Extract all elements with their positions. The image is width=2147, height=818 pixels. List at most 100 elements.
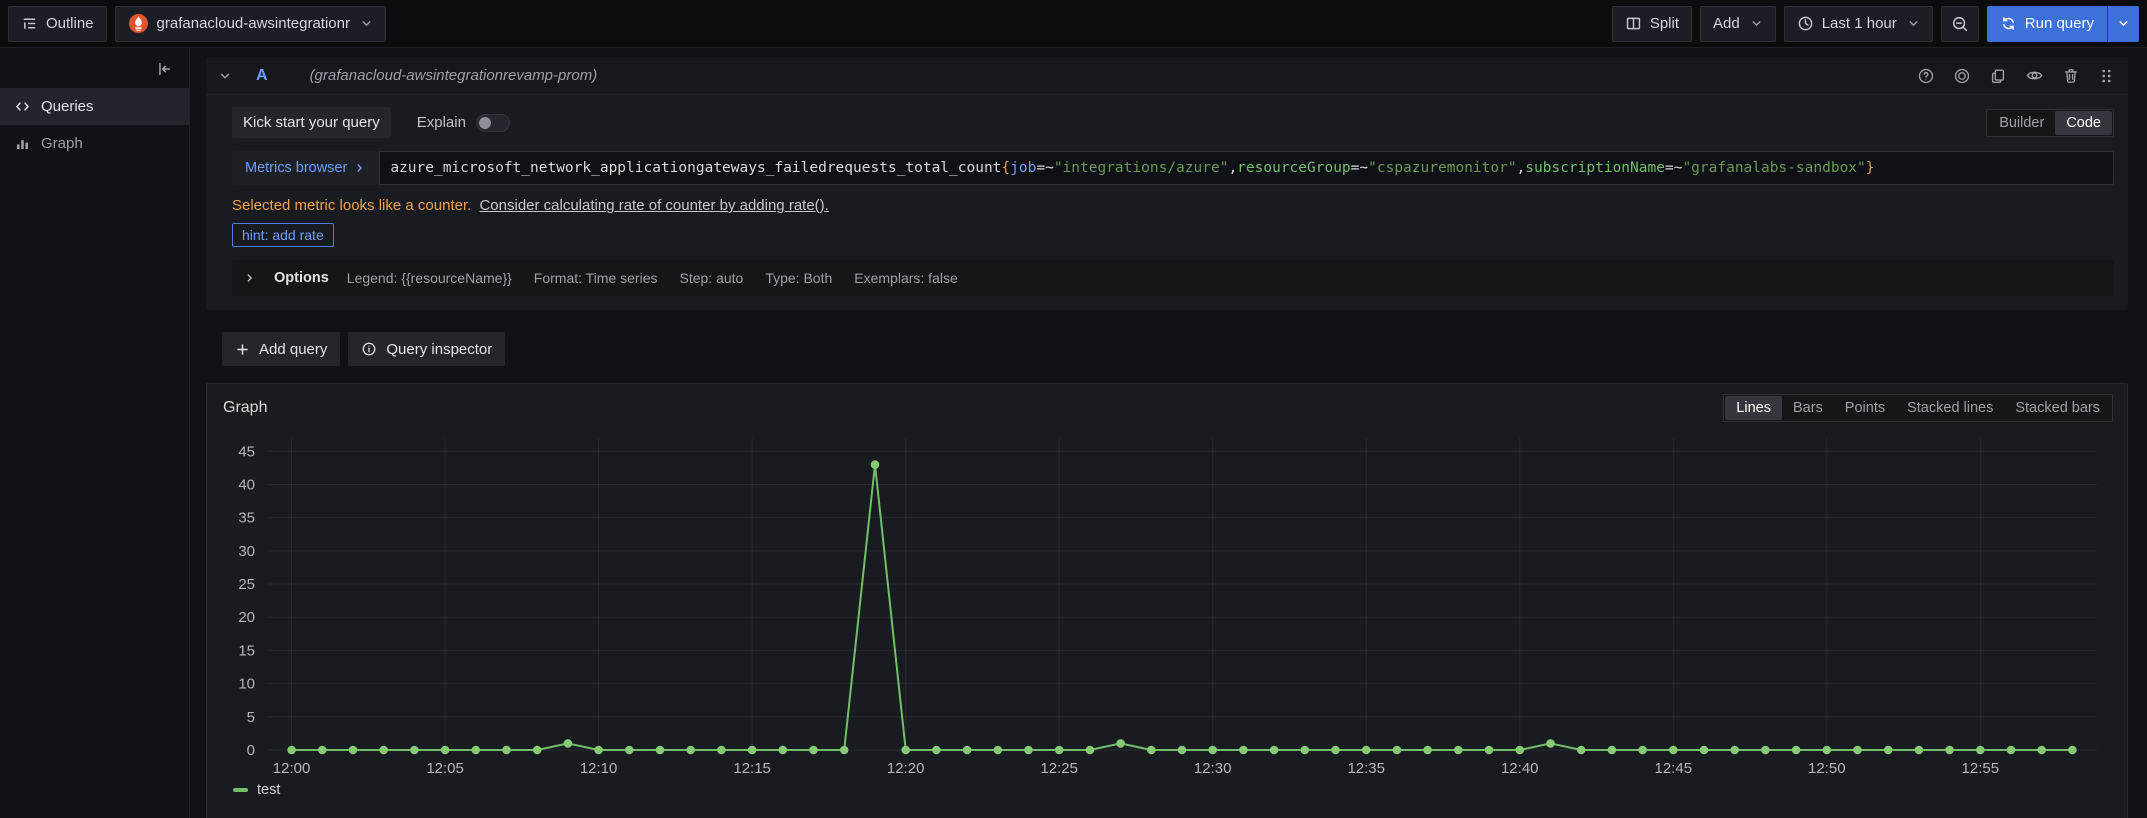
clock-icon xyxy=(1797,15,1814,32)
sidebar-item-label: Queries xyxy=(41,98,94,115)
option-summary-item: Step: auto xyxy=(680,270,744,286)
option-summary-item: Legend: {{resourceName}} xyxy=(347,270,512,286)
metrics-browser-label: Metrics browser xyxy=(245,160,347,176)
svg-text:12:35: 12:35 xyxy=(1347,760,1385,777)
query-options-row[interactable]: Options Legend: {{resourceName}} Format: … xyxy=(232,260,2114,296)
remove-query-trash-icon[interactable] xyxy=(2062,67,2080,85)
outline-button[interactable]: Outline xyxy=(8,6,107,42)
time-range-label: Last 1 hour xyxy=(1822,15,1897,32)
svg-text:40: 40 xyxy=(238,476,255,493)
svg-text:12:15: 12:15 xyxy=(733,760,771,777)
option-summary-item: Type: Both xyxy=(765,270,832,286)
prometheus-icon xyxy=(128,13,149,34)
time-range-picker[interactable]: Last 1 hour xyxy=(1784,6,1933,42)
collapse-outline-icon[interactable] xyxy=(155,60,173,78)
svg-text:12:05: 12:05 xyxy=(426,760,464,777)
option-summary-item: Format: Time series xyxy=(534,270,658,286)
plus-icon xyxy=(235,342,250,357)
svg-text:0: 0 xyxy=(247,742,255,759)
svg-text:12:40: 12:40 xyxy=(1501,760,1539,777)
add-rate-link[interactable]: Consider calculating rate of counter by … xyxy=(479,197,828,214)
graph-style-bars[interactable]: Bars xyxy=(1782,396,1834,420)
svg-text:45: 45 xyxy=(238,443,255,460)
add-query-button[interactable]: Add query xyxy=(222,332,340,366)
query-editor-row: A (grafanacloud-awsintegrationrevamp-pro… xyxy=(206,57,2128,310)
svg-text:5: 5 xyxy=(247,709,255,726)
graph-style-points[interactable]: Points xyxy=(1834,396,1896,420)
option-summary-item: Exemplars: false xyxy=(854,270,957,286)
legend-series-swatch[interactable] xyxy=(233,788,248,792)
metrics-browser-button[interactable]: Metrics browser xyxy=(232,151,379,185)
sync-icon xyxy=(2000,15,2017,32)
split-button[interactable]: Split xyxy=(1612,6,1692,42)
datasource-picker[interactable]: grafanacloud-awsintegrationr xyxy=(115,6,386,42)
hide-response-eye-icon[interactable] xyxy=(2025,66,2044,85)
chevron-down-icon xyxy=(1750,17,1763,30)
info-circle-icon xyxy=(361,341,377,357)
chevron-right-icon xyxy=(244,272,256,284)
svg-text:35: 35 xyxy=(238,510,255,527)
split-label: Split xyxy=(1650,15,1679,32)
help-icon[interactable] xyxy=(1917,67,1935,85)
run-query-dropdown[interactable] xyxy=(2107,6,2139,42)
sidebar-item-label: Graph xyxy=(41,135,83,152)
sidebar-item-queries[interactable]: Queries xyxy=(0,88,189,125)
content-outline-sidebar: Queries Graph xyxy=(0,48,190,818)
svg-text:12:00: 12:00 xyxy=(273,760,311,777)
svg-text:10: 10 xyxy=(238,676,255,693)
editor-mode-switch: Builder Code xyxy=(1986,109,2114,137)
collapse-query-icon[interactable] xyxy=(218,69,232,83)
query-ref-id[interactable]: A xyxy=(256,67,268,85)
legend-series-label[interactable]: test xyxy=(257,782,280,798)
svg-text:30: 30 xyxy=(238,543,255,560)
counter-warning-text: Selected metric looks like a counter. xyxy=(232,197,471,214)
editor-mode-code[interactable]: Code xyxy=(2055,111,2112,135)
run-query-button[interactable]: Run query xyxy=(1987,6,2139,42)
bar-graph-icon xyxy=(14,135,31,152)
add-query-label: Add query xyxy=(259,341,327,358)
run-query-label: Run query xyxy=(2025,15,2094,32)
svg-text:12:30: 12:30 xyxy=(1194,760,1232,777)
time-series-chart[interactable]: 12:00 12:05 12:10 12:15 12:20 12:25 12:30 12:35… xyxy=(207,426,2127,780)
explain-label: Explain xyxy=(417,114,466,131)
svg-text:25: 25 xyxy=(238,576,255,593)
disable-query-icon[interactable] xyxy=(1953,67,1971,85)
drag-handle-grip-icon[interactable] xyxy=(2098,67,2114,85)
svg-text:15: 15 xyxy=(238,642,255,659)
kick-start-query-button[interactable]: Kick start your query xyxy=(232,107,391,138)
svg-text:12:20: 12:20 xyxy=(887,760,925,777)
datasource-name: grafanacloud-awsintegrationr xyxy=(157,15,350,32)
chart-legend: test xyxy=(207,780,2127,798)
graph-style-stacked-lines[interactable]: Stacked lines xyxy=(1896,396,2004,420)
query-inspector-label: Query inspector xyxy=(386,341,492,358)
svg-text:12:25: 12:25 xyxy=(1040,760,1078,777)
graph-style-lines[interactable]: Lines xyxy=(1725,396,1782,420)
hint-add-rate-button[interactable]: hint: add rate xyxy=(232,223,334,247)
svg-text:20: 20 xyxy=(238,609,255,626)
chevron-down-icon xyxy=(1907,17,1920,30)
add-label: Add xyxy=(1713,15,1740,32)
top-toolbar: Outline grafanacloud-awsintegrationr xyxy=(0,0,2147,48)
graph-style-stacked-bars[interactable]: Stacked bars xyxy=(2004,396,2111,420)
code-icon xyxy=(14,98,31,115)
add-button[interactable]: Add xyxy=(1700,6,1776,42)
svg-text:12:45: 12:45 xyxy=(1655,760,1693,777)
graph-panel-title: Graph xyxy=(223,399,267,417)
svg-text:12:50: 12:50 xyxy=(1808,760,1846,777)
graph-panel: Graph LinesBarsPointsStacked linesStacke… xyxy=(206,383,2128,818)
sidebar-item-graph[interactable]: Graph xyxy=(0,125,189,162)
promql-query-input[interactable]: azure_microsoft_network_applicationgatew… xyxy=(379,151,2114,185)
editor-mode-builder[interactable]: Builder xyxy=(1988,111,2055,135)
outline-label: Outline xyxy=(46,15,94,32)
graph-style-switch: LinesBarsPointsStacked linesStacked bars xyxy=(1723,394,2113,422)
svg-text:12:55: 12:55 xyxy=(1962,760,2000,777)
options-label: Options xyxy=(274,270,329,286)
split-icon xyxy=(1625,15,1642,32)
copy-query-icon[interactable] xyxy=(1989,67,2007,85)
zoom-out-button[interactable] xyxy=(1941,6,1979,42)
explain-toggle[interactable] xyxy=(476,114,510,132)
query-inspector-button[interactable]: Query inspector xyxy=(348,332,505,366)
search-minus-icon xyxy=(1951,15,1969,33)
chevron-down-icon xyxy=(360,17,373,30)
svg-text:12:10: 12:10 xyxy=(580,760,618,777)
